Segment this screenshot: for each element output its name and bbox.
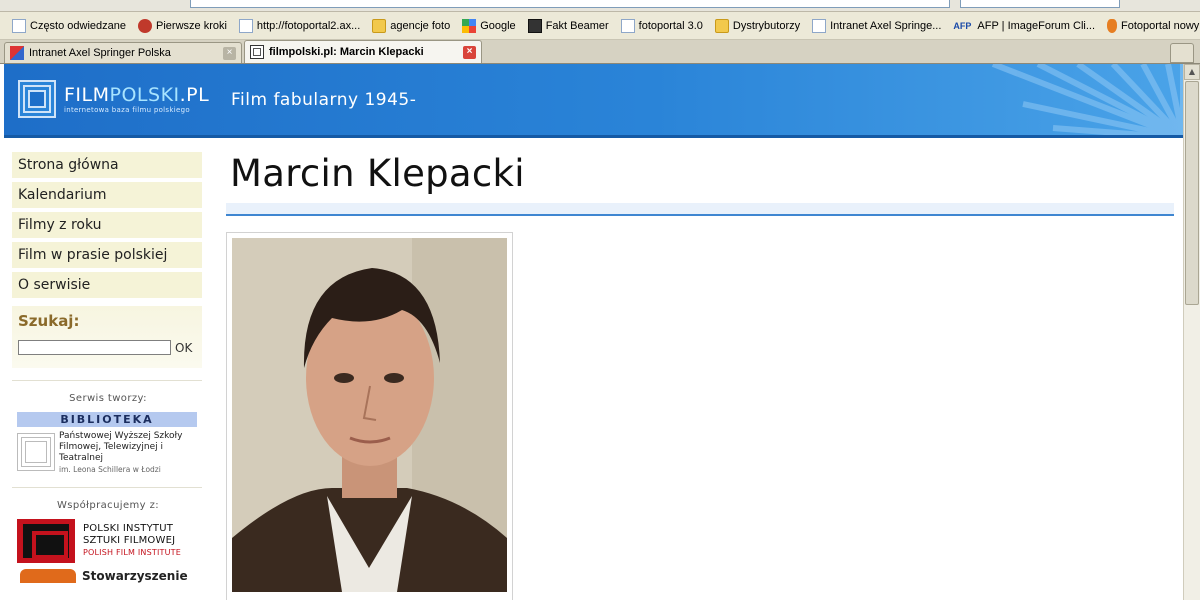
- bookmark-item[interactable]: Pierwsze kroki: [132, 15, 233, 37]
- bookmark-folder[interactable]: Dystrybutorzy: [709, 15, 806, 37]
- browser-search-field[interactable]: [960, 0, 1120, 8]
- firefox-icon: [138, 18, 153, 33]
- afp-icon: AFP: [953, 20, 972, 31]
- folder-icon: [372, 18, 387, 33]
- filmpolski-logo-icon: [18, 80, 56, 118]
- nav-press[interactable]: Film w prasie polskiej: [12, 242, 202, 268]
- google-icon: [462, 18, 477, 33]
- person-photo: [232, 238, 507, 592]
- scrollbar-thumb[interactable]: [1185, 81, 1199, 305]
- search-input[interactable]: [18, 340, 171, 355]
- bookmark-item[interactable]: Fotoportal nowy!: [1101, 15, 1200, 37]
- library-name: Państwowej Wyższej Szkoły Filmowej, Tele…: [59, 431, 183, 463]
- search-label: Szukaj:: [18, 312, 80, 330]
- stowarzyszenie-partner-link[interactable]: Stowarzyszenie: [20, 569, 204, 583]
- page-icon: [812, 18, 827, 33]
- new-tab-button[interactable]: [1170, 43, 1194, 63]
- folder-icon: [714, 18, 729, 33]
- axel-springer-favicon-icon: [10, 46, 24, 60]
- site-subtitle: Film fabularny 1945-: [231, 90, 417, 110]
- page-title: Marcin Klepacki: [230, 152, 525, 195]
- scroll-up-icon[interactable]: ▲: [1184, 64, 1200, 80]
- site-header: FILMPOLSKI.PL internetowa baza filmu pol…: [4, 64, 1183, 138]
- sidebar: Strona główna Kalendarium Filmy z roku F…: [12, 152, 204, 583]
- page-icon: [620, 18, 635, 33]
- fakt-icon: [527, 18, 542, 33]
- bookmark-item[interactable]: Google: [456, 15, 521, 37]
- nav-about[interactable]: O serwisie: [12, 272, 202, 298]
- tab-intranet[interactable]: Intranet Axel Springer Polska ×: [4, 42, 242, 63]
- nav-calendar[interactable]: Kalendarium: [12, 182, 202, 208]
- bookmark-item[interactable]: AFP AFP | ImageForum Cli...: [947, 15, 1101, 37]
- stowarzyszenie-logo-icon: [20, 569, 76, 583]
- vertical-scrollbar[interactable]: ▲: [1183, 64, 1200, 600]
- library-header[interactable]: BIBLIOTEKA: [17, 412, 197, 427]
- address-bar[interactable]: [190, 0, 950, 8]
- tab-filmpolski[interactable]: filmpolski.pl: Marcin Klepacki ×: [244, 40, 482, 63]
- site-logo[interactable]: FILMPOLSKI.PL internetowa baza filmu pol…: [18, 80, 209, 118]
- title-underline: [226, 203, 1174, 216]
- library-subtitle: im. Leona Schillera w Łodzi: [59, 465, 161, 474]
- nav-films-by-year[interactable]: Filmy z roku: [12, 212, 202, 238]
- library-logo-icon: [17, 433, 55, 471]
- search-ok-button[interactable]: OK: [175, 341, 192, 355]
- bookmark-item[interactable]: http://fotoportal2.ax...: [233, 15, 366, 37]
- logo-tagline: internetowa baza filmu polskiego: [64, 106, 190, 114]
- portrait-illustration: [232, 238, 507, 592]
- header-rays-decoration: [991, 64, 1183, 135]
- search-panel: Szukaj: OK: [12, 306, 202, 368]
- divider: [12, 487, 202, 488]
- pisf-logo-icon: [17, 519, 75, 563]
- library-block[interactable]: Państwowej Wyższej Szkoły Filmowej, Tele…: [17, 431, 204, 475]
- bookmark-item[interactable]: Często odwiedzane: [6, 15, 132, 37]
- flame-icon: [1107, 18, 1117, 33]
- pisf-partner-link[interactable]: POLSKI INSTYTUT SZTUKI FILMOWEJ POLISH F…: [17, 519, 204, 563]
- filmpolski-favicon-icon: [250, 45, 264, 59]
- bookmark-item[interactable]: fotoportal 3.0: [615, 15, 709, 37]
- nav-home[interactable]: Strona główna: [12, 152, 202, 178]
- person-photo-frame[interactable]: [226, 232, 513, 600]
- bookmark-item[interactable]: Fakt Beamer: [522, 15, 615, 37]
- bookmark-item[interactable]: Intranet Axel Springe...: [806, 15, 947, 37]
- divider: [12, 380, 202, 381]
- close-tab-icon[interactable]: ×: [463, 45, 476, 59]
- bookmark-folder[interactable]: agencje foto: [366, 15, 456, 37]
- partners-title: Współpracujemy z:: [56, 500, 159, 511]
- page-viewport: FILMPOLSKI.PL internetowa baza filmu pol…: [0, 64, 1183, 600]
- bookmarks-bar: Często odwiedzane Pierwsze kroki http://…: [0, 12, 1200, 40]
- page-icon: [12, 18, 26, 33]
- browser-toolbar: [0, 0, 1200, 12]
- close-tab-icon[interactable]: ×: [223, 46, 236, 60]
- page-icon: [238, 18, 253, 33]
- tab-strip: Intranet Axel Springer Polska × filmpols…: [0, 40, 1200, 64]
- created-by-title: Serwis tworzy:: [69, 393, 147, 404]
